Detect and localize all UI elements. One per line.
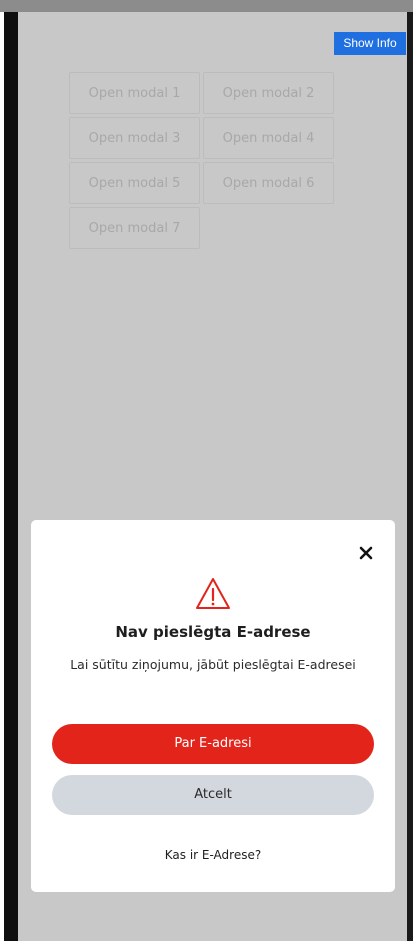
what-is-e-address-link[interactable]: Kas ir E-Adrese? bbox=[31, 848, 395, 862]
app-frame: Show Info Open modal 1 Open modal 2 Open… bbox=[0, 0, 413, 941]
open-modal-4-button[interactable]: Open modal 4 bbox=[203, 117, 334, 159]
show-info-button[interactable]: Show Info bbox=[334, 32, 406, 55]
open-modal-6-button[interactable]: Open modal 6 bbox=[203, 162, 334, 204]
about-e-address-button[interactable]: Par E-adresi bbox=[52, 724, 374, 764]
open-modal-3-button[interactable]: Open modal 3 bbox=[69, 117, 200, 159]
open-modal-2-button[interactable]: Open modal 2 bbox=[203, 72, 334, 114]
left-bezel bbox=[4, 12, 18, 941]
e-address-dialog: Nav pieslēgta E-adrese Lai sūtītu ziņoju… bbox=[31, 520, 395, 892]
dialog-message: Lai sūtītu ziņojumu, jābūt pieslēgtai E-… bbox=[70, 657, 356, 672]
open-modal-1-button[interactable]: Open modal 1 bbox=[69, 72, 200, 114]
close-button[interactable] bbox=[355, 542, 377, 564]
open-modal-7-button[interactable]: Open modal 7 bbox=[69, 207, 200, 249]
cancel-button[interactable]: Atcelt bbox=[52, 775, 374, 815]
dialog-title: Nav pieslēgta E-adrese bbox=[115, 623, 311, 641]
warning-triangle-icon bbox=[196, 578, 230, 609]
open-modal-5-button[interactable]: Open modal 5 bbox=[69, 162, 200, 204]
close-icon bbox=[359, 546, 373, 560]
right-edge bbox=[407, 12, 413, 941]
page-viewport: Show Info Open modal 1 Open modal 2 Open… bbox=[18, 12, 407, 941]
top-chrome bbox=[0, 0, 413, 12]
